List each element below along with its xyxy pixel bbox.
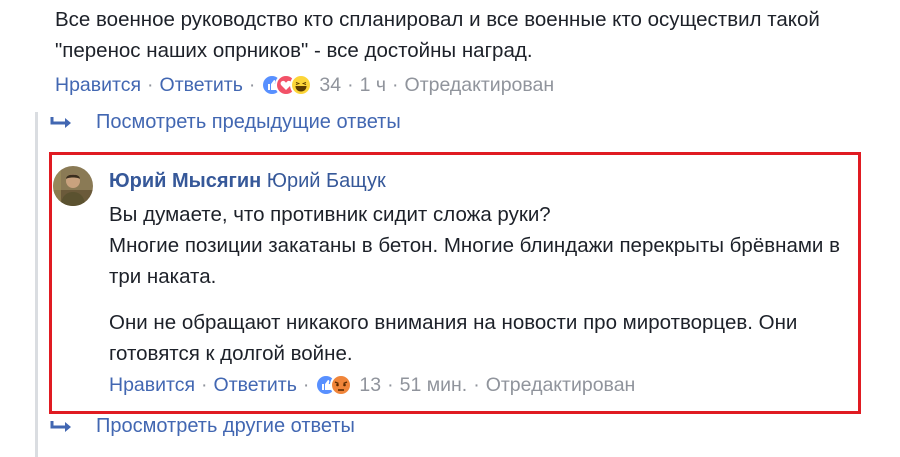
like-link[interactable]: Нравится [55, 74, 141, 97]
separator: · [473, 373, 480, 396]
reaction-count[interactable]: 34 [319, 74, 341, 97]
top-comment-actions: Нравится · Ответить · 34 · 1 ч · Отредак… [55, 70, 554, 100]
top-comment-text: Все военное руководство кто спланировал … [55, 8, 820, 62]
reply-arrow-icon [50, 116, 71, 128]
reply-arrow-icon [50, 420, 71, 432]
edited-label[interactable]: Отредактирован [405, 74, 555, 97]
view-previous-replies[interactable]: Посмотреть предыдущие ответы [50, 111, 401, 134]
reply-paragraph: Они не обращают никакого внимания на нов… [109, 311, 798, 365]
view-other-replies[interactable]: Просмотреть другие ответы [50, 415, 355, 438]
angry-icon [330, 374, 353, 396]
reaction-count[interactable]: 13 [359, 374, 381, 397]
author-name[interactable]: Юрий Мысягин [109, 170, 261, 192]
separator: · [248, 73, 256, 96]
reply-text: Вы думаете, что противник сидит сложа ру… [109, 199, 849, 369]
separator: · [147, 73, 154, 96]
avatar[interactable] [53, 166, 93, 206]
separator: · [302, 373, 310, 396]
view-previous-label[interactable]: Посмотреть предыдущие ответы [96, 111, 401, 134]
haha-icon [290, 74, 313, 96]
separator: · [347, 73, 354, 96]
separator: · [387, 373, 394, 396]
view-other-label[interactable]: Просмотреть другие ответы [96, 415, 355, 438]
reply-link[interactable]: Ответить [214, 374, 297, 397]
reply-header: Юрий Мысягин Юрий Бащук [109, 166, 386, 196]
reactions-summary[interactable] [315, 373, 353, 397]
like-link[interactable]: Нравится [109, 374, 195, 397]
separator: · [392, 73, 399, 96]
mentioned-user[interactable]: Юрий Бащук [267, 170, 386, 192]
separator: · [201, 373, 208, 396]
reply-link[interactable]: Ответить [160, 74, 243, 97]
edited-label[interactable]: Отредактирован [486, 374, 636, 397]
reply-paragraph: Вы думаете, что противник сидит сложа ру… [109, 203, 840, 288]
reactions-summary[interactable] [261, 73, 313, 97]
thread-line [35, 112, 38, 457]
comment-time[interactable]: 51 мин. [400, 374, 468, 397]
reply-actions: Нравится · Ответить · 13 · 51 мин. · Отр… [109, 370, 635, 400]
comment-time[interactable]: 1 ч [360, 74, 386, 97]
